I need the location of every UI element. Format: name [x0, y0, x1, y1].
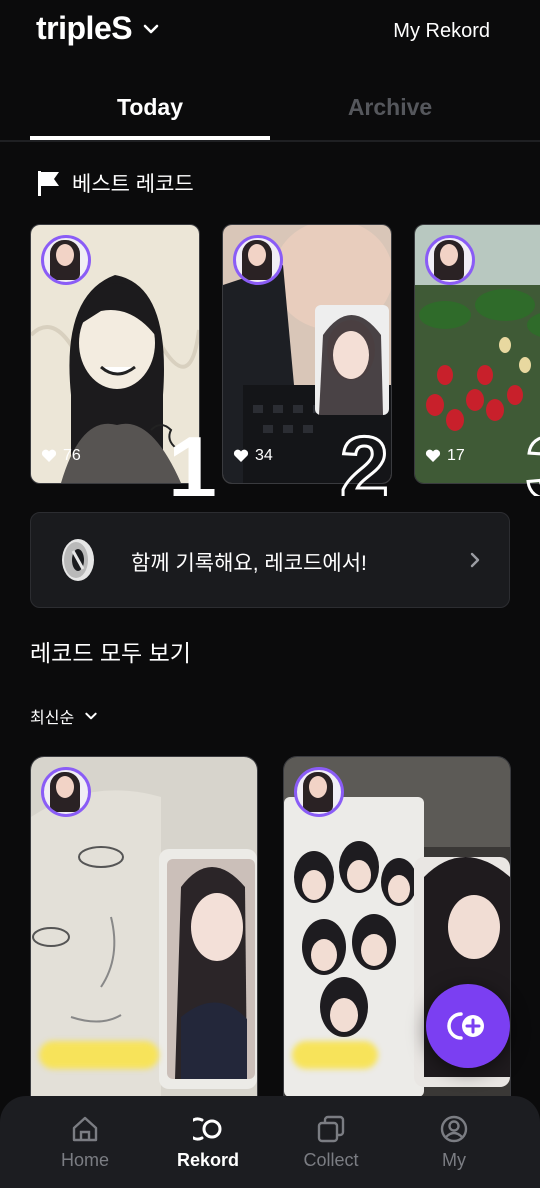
tab-today[interactable]: Today — [30, 94, 270, 121]
nav-rekord[interactable]: Rekord — [158, 1114, 258, 1171]
member-avatar — [294, 767, 344, 817]
app-header: tripleS My Rekord — [0, 0, 540, 70]
like-count: 76 — [41, 447, 81, 465]
brand-switcher[interactable]: tripleS — [36, 10, 160, 47]
add-record-button[interactable] — [426, 984, 510, 1068]
blurred-label — [39, 1041, 159, 1069]
tab-archive[interactable]: Archive — [270, 94, 510, 121]
tab-bar: Today Archive — [0, 84, 540, 142]
rank-number: 3 — [525, 422, 540, 496]
home-icon — [72, 1116, 98, 1142]
like-count: 34 — [233, 447, 273, 465]
heart-icon — [425, 449, 441, 462]
sort-dropdown[interactable]: 최신순 — [30, 704, 98, 728]
best-record-card[interactable]: 17 — [414, 224, 540, 484]
add-record-icon — [447, 1012, 484, 1040]
banner-text: 함께 기록해요, 레코드에서! — [131, 552, 367, 575]
nav-my[interactable]: My — [404, 1114, 504, 1171]
rank-number: 2 — [339, 418, 391, 496]
best-records-heading: 베스트 레코드 — [36, 168, 194, 198]
member-avatar — [41, 767, 91, 817]
my-rekord-link[interactable]: My Rekord — [393, 20, 490, 43]
best-records-title: 베스트 레코드 — [72, 173, 194, 196]
chevron-right-icon — [470, 552, 480, 568]
rank-number: 1 — [168, 418, 217, 497]
flag-icon — [38, 171, 59, 196]
member-avatar — [41, 235, 91, 285]
heart-icon — [41, 449, 57, 462]
collect-icon — [317, 1115, 345, 1143]
member-avatar — [425, 235, 475, 285]
record-card[interactable] — [30, 756, 258, 1118]
sort-label: 최신순 — [30, 710, 75, 727]
best-records-carousel[interactable]: 76 1 34 2 17 — [0, 224, 540, 496]
chevron-down-icon — [85, 712, 97, 720]
profile-icon — [440, 1115, 468, 1143]
member-avatar — [233, 235, 283, 285]
all-records-title: 레코드 모두 보기 — [30, 640, 191, 666]
rekord-icon — [193, 1117, 222, 1141]
chevron-down-icon — [143, 24, 159, 33]
bottom-nav: Home Rekord Collect My — [0, 1096, 540, 1188]
record-promo-banner[interactable]: 함께 기록해요, 레코드에서! — [30, 512, 510, 608]
blurred-label — [292, 1041, 378, 1069]
like-count: 17 — [425, 447, 465, 465]
nav-home[interactable]: Home — [35, 1114, 135, 1171]
heart-icon — [233, 449, 249, 462]
nav-collect[interactable]: Collect — [281, 1114, 381, 1171]
brand-title: tripleS — [36, 10, 133, 46]
rekord-logo-icon — [62, 539, 94, 581]
active-tab-indicator — [30, 136, 270, 140]
